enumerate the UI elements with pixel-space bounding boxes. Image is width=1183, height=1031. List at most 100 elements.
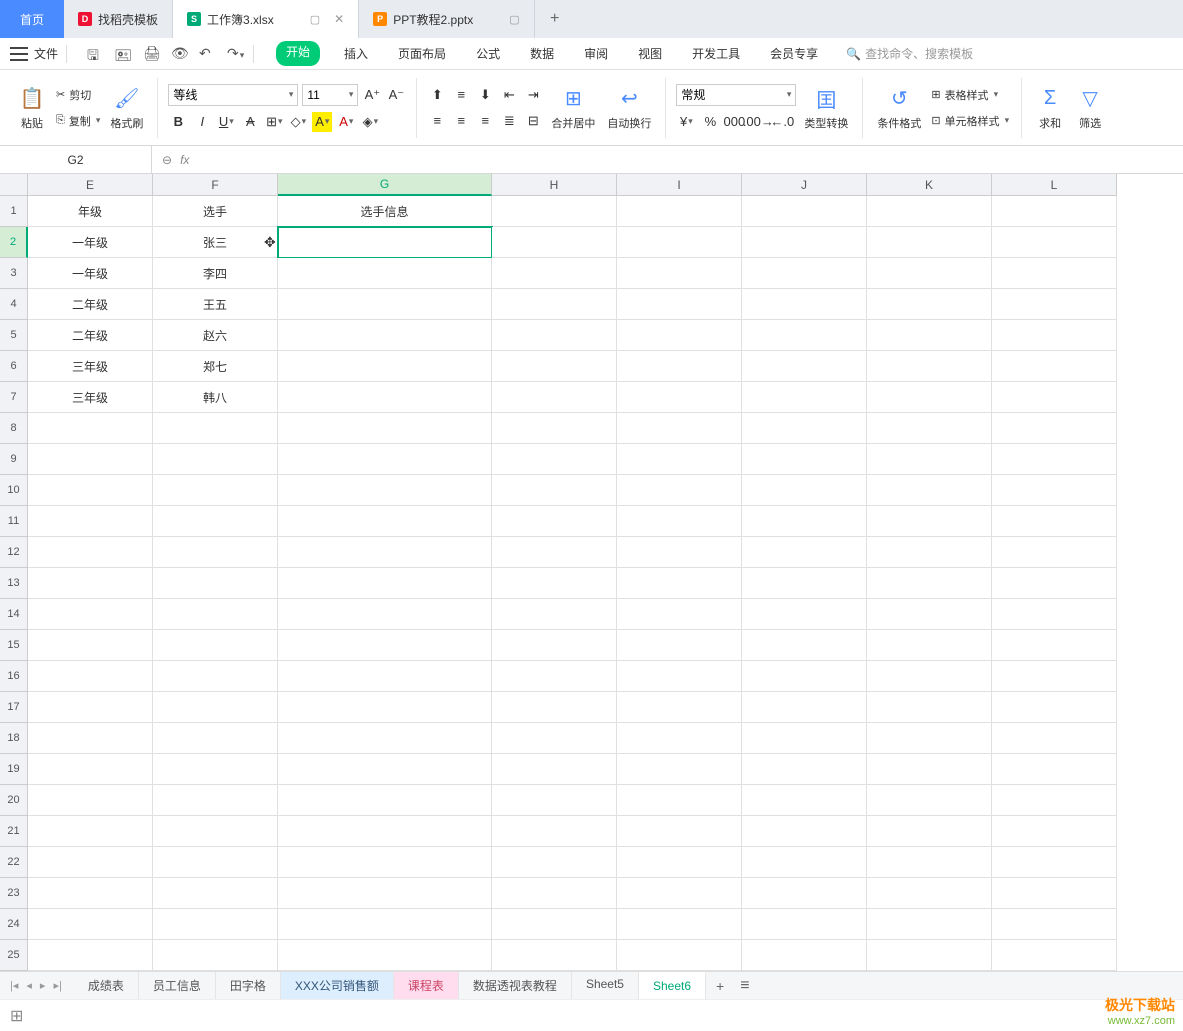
cell-L13[interactable] [992,568,1117,599]
cell-F7[interactable]: 韩八 [153,382,278,413]
cell-E4[interactable]: 二年级 [28,289,153,320]
cell-K24[interactable] [867,909,992,940]
row-header-23[interactable]: 23 [0,878,28,909]
row-header-21[interactable]: 21 [0,816,28,847]
sum-button[interactable]: Σ 求和 [1032,83,1068,133]
row-header-18[interactable]: 18 [0,723,28,754]
cell-J21[interactable] [742,816,867,847]
cell-H4[interactable] [492,289,617,320]
cell-I25[interactable] [617,940,742,971]
cell-F2[interactable]: 张三 [153,227,278,258]
window-icon[interactable]: ▢ [509,13,519,26]
strikethrough-button[interactable]: A [240,112,260,132]
cell-J14[interactable] [742,599,867,630]
sheet-tab[interactable]: 成绩表 [74,972,139,999]
ribbon-tab-member[interactable]: 会员专享 [764,41,824,66]
cell-L24[interactable] [992,909,1117,940]
cell-J4[interactable] [742,289,867,320]
cell-I5[interactable] [617,320,742,351]
increase-font-icon[interactable]: A⁺ [362,85,382,105]
cell-E19[interactable] [28,754,153,785]
cell-F10[interactable] [153,475,278,506]
cell-L4[interactable] [992,289,1117,320]
cell-G14[interactable] [278,599,492,630]
cell-H11[interactable] [492,506,617,537]
cell-I12[interactable] [617,537,742,568]
cell-F4[interactable]: 王五 [153,289,278,320]
row-header-17[interactable]: 17 [0,692,28,723]
row-header-5[interactable]: 5 [0,320,28,351]
row-header-16[interactable]: 16 [0,661,28,692]
redo-icon[interactable]: ↷▾ [227,45,245,63]
ribbon-tab-formulas[interactable]: 公式 [470,41,506,66]
font-color-button[interactable]: A▾ [336,112,356,132]
table-style-button[interactable]: ⊞表格样式▾ [929,85,1011,105]
cell-J6[interactable] [742,351,867,382]
cell-L22[interactable] [992,847,1117,878]
cell-J11[interactable] [742,506,867,537]
cell-K7[interactable] [867,382,992,413]
sheet-tab[interactable]: 员工信息 [139,972,216,999]
cell-H9[interactable] [492,444,617,475]
col-header-H[interactable]: H [492,174,617,196]
cell-F13[interactable] [153,568,278,599]
cell-F3[interactable]: 李四 [153,258,278,289]
cell-E7[interactable]: 三年级 [28,382,153,413]
sheet-tab[interactable]: Sheet5 [572,972,639,999]
cell-G7[interactable] [278,382,492,413]
cell-I21[interactable] [617,816,742,847]
file-menu[interactable]: 文件 [34,45,58,62]
cell-G11[interactable] [278,506,492,537]
sheet-tab[interactable]: Sheet6 [639,972,706,999]
cell-G23[interactable] [278,878,492,909]
italic-button[interactable]: I [192,112,212,132]
cell-F24[interactable] [153,909,278,940]
align-bottom-icon[interactable]: ⬇ [475,85,495,105]
decrease-font-icon[interactable]: A⁻ [386,85,406,105]
sheet-tab[interactable]: 田字格 [216,972,281,999]
cell-E11[interactable] [28,506,153,537]
ribbon-tab-start[interactable]: 开始 [276,41,320,66]
cell-L14[interactable] [992,599,1117,630]
cell-F21[interactable] [153,816,278,847]
cell-K17[interactable] [867,692,992,723]
cell-H7[interactable] [492,382,617,413]
cell-K2[interactable] [867,227,992,258]
cell-H25[interactable] [492,940,617,971]
cell-H16[interactable] [492,661,617,692]
cell-K20[interactable] [867,785,992,816]
row-header-10[interactable]: 10 [0,475,28,506]
window-icon[interactable]: ▢ [310,13,320,26]
cell-H5[interactable] [492,320,617,351]
cell-E8[interactable] [28,413,153,444]
fx-icon[interactable]: fx [180,153,189,167]
row-header-13[interactable]: 13 [0,568,28,599]
row-header-4[interactable]: 4 [0,289,28,320]
ribbon-tab-page-layout[interactable]: 页面布局 [392,41,452,66]
cell-E13[interactable] [28,568,153,599]
cell-J10[interactable] [742,475,867,506]
sheet-tab[interactable]: 数据透视表教程 [459,972,572,999]
fill-color-button[interactable]: ◇▾ [288,112,308,132]
cell-L17[interactable] [992,692,1117,723]
cell-J24[interactable] [742,909,867,940]
cell-H22[interactable] [492,847,617,878]
cell-H12[interactable] [492,537,617,568]
workbook-tab[interactable]: S 工作簿3.xlsx ▢ ✕ [173,0,359,38]
cell-F16[interactable] [153,661,278,692]
cell-L21[interactable] [992,816,1117,847]
cell-G1[interactable]: 选手信息 [278,196,492,227]
cell-F11[interactable] [153,506,278,537]
cell-J23[interactable] [742,878,867,909]
format-painter-button[interactable]: 🖌 格式刷 [106,83,147,133]
cell-F5[interactable]: 赵六 [153,320,278,351]
cell-E17[interactable] [28,692,153,723]
cell-G10[interactable] [278,475,492,506]
cell-J25[interactable] [742,940,867,971]
copy-button[interactable]: ⎘复制▾ [54,111,102,131]
cond-format-button[interactable]: ↺ 条件格式 [873,83,925,133]
cell-F18[interactable] [153,723,278,754]
cell-E15[interactable] [28,630,153,661]
cell-H23[interactable] [492,878,617,909]
row-header-14[interactable]: 14 [0,599,28,630]
